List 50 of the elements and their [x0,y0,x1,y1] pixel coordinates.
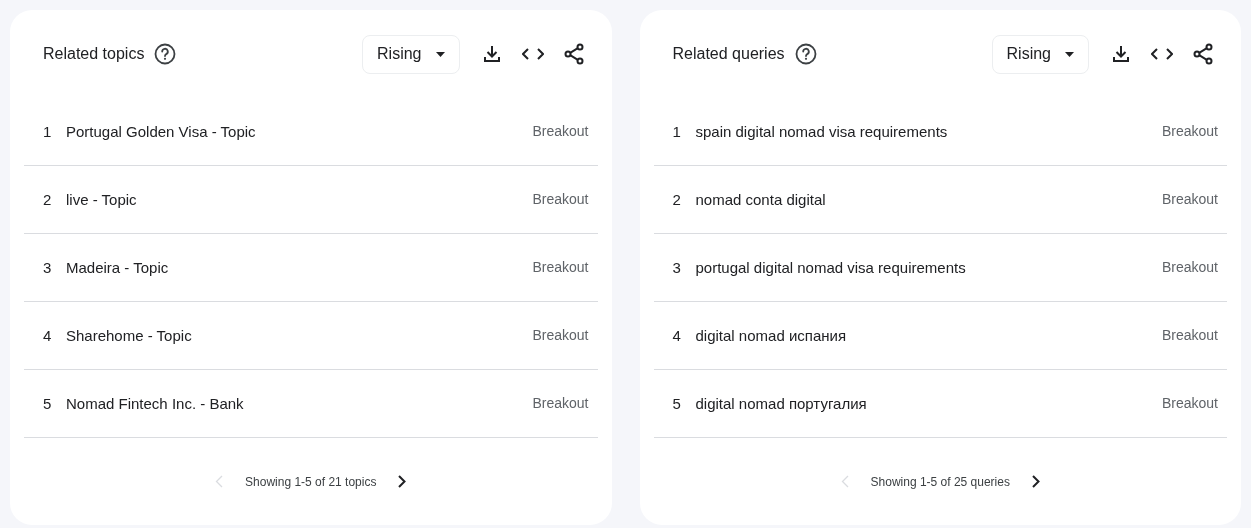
filter-dropdown[interactable]: Rising [362,34,460,74]
chevron-left-icon [840,475,849,489]
row-value: Breakout [532,326,589,346]
share-icon[interactable] [1193,43,1213,66]
row-rank: 1 [672,121,682,142]
row-value: Breakout [1161,394,1218,414]
download-icon[interactable] [481,44,502,65]
chevron-right-icon [398,475,407,489]
panel-title: Related topics [43,44,145,65]
row-label[interactable]: Portugal Golden Visa - Topic [66,120,533,144]
row-value: Breakout [532,122,589,142]
row-rank: 3 [672,257,682,278]
pagination-text: Showing 1-5 of 25 queries [870,473,1010,491]
row-rank: 1 [43,121,53,142]
row-label[interactable]: portugal digital nomad visa requirements [695,256,1162,280]
row-value: Breakout [532,190,589,210]
row-label[interactable]: digital nomad португалия [695,392,1162,416]
caret-icon [1065,51,1074,57]
chevron-right-icon [1031,475,1040,489]
row-label[interactable]: Nomad Fintech Inc. - Bank [66,392,533,416]
pagination-text: Showing 1-5 of 21 topics [245,473,377,491]
row-label[interactable]: Madeira - Topic [66,256,533,280]
row-label[interactable]: nomad conta digital [695,188,1162,212]
row-label[interactable]: live - Topic [66,188,533,212]
row-rank: 2 [672,189,682,210]
filter-dropdown[interactable]: Rising [991,34,1089,74]
row-rank: 5 [43,393,53,414]
share-icon[interactable] [563,43,584,66]
row-rank: 4 [672,325,682,346]
row-label[interactable]: Sharehome - Topic [66,324,533,348]
row-value: Breakout [532,258,589,278]
row-rank: 3 [43,257,53,278]
row-value: Breakout [1161,190,1218,210]
row-rank: 5 [672,393,682,414]
help-icon[interactable] [794,43,817,66]
row-value: Breakout [1161,122,1218,142]
row-value: Breakout [1161,258,1218,278]
row-rank: 2 [43,189,53,210]
code-icon[interactable] [1151,47,1173,62]
row-label[interactable]: digital nomad испания [695,324,1162,348]
row-label[interactable]: spain digital nomad visa requirements [695,120,1162,144]
row-value: Breakout [1161,326,1218,346]
chevron-left-icon [215,475,224,489]
row-rank: 4 [43,325,53,346]
code-icon[interactable] [521,47,544,62]
row-value: Breakout [532,394,589,414]
caret-icon [435,51,445,57]
help-icon[interactable] [154,43,177,66]
download-icon[interactable] [1111,44,1131,65]
panel-title: Related queries [672,44,785,65]
